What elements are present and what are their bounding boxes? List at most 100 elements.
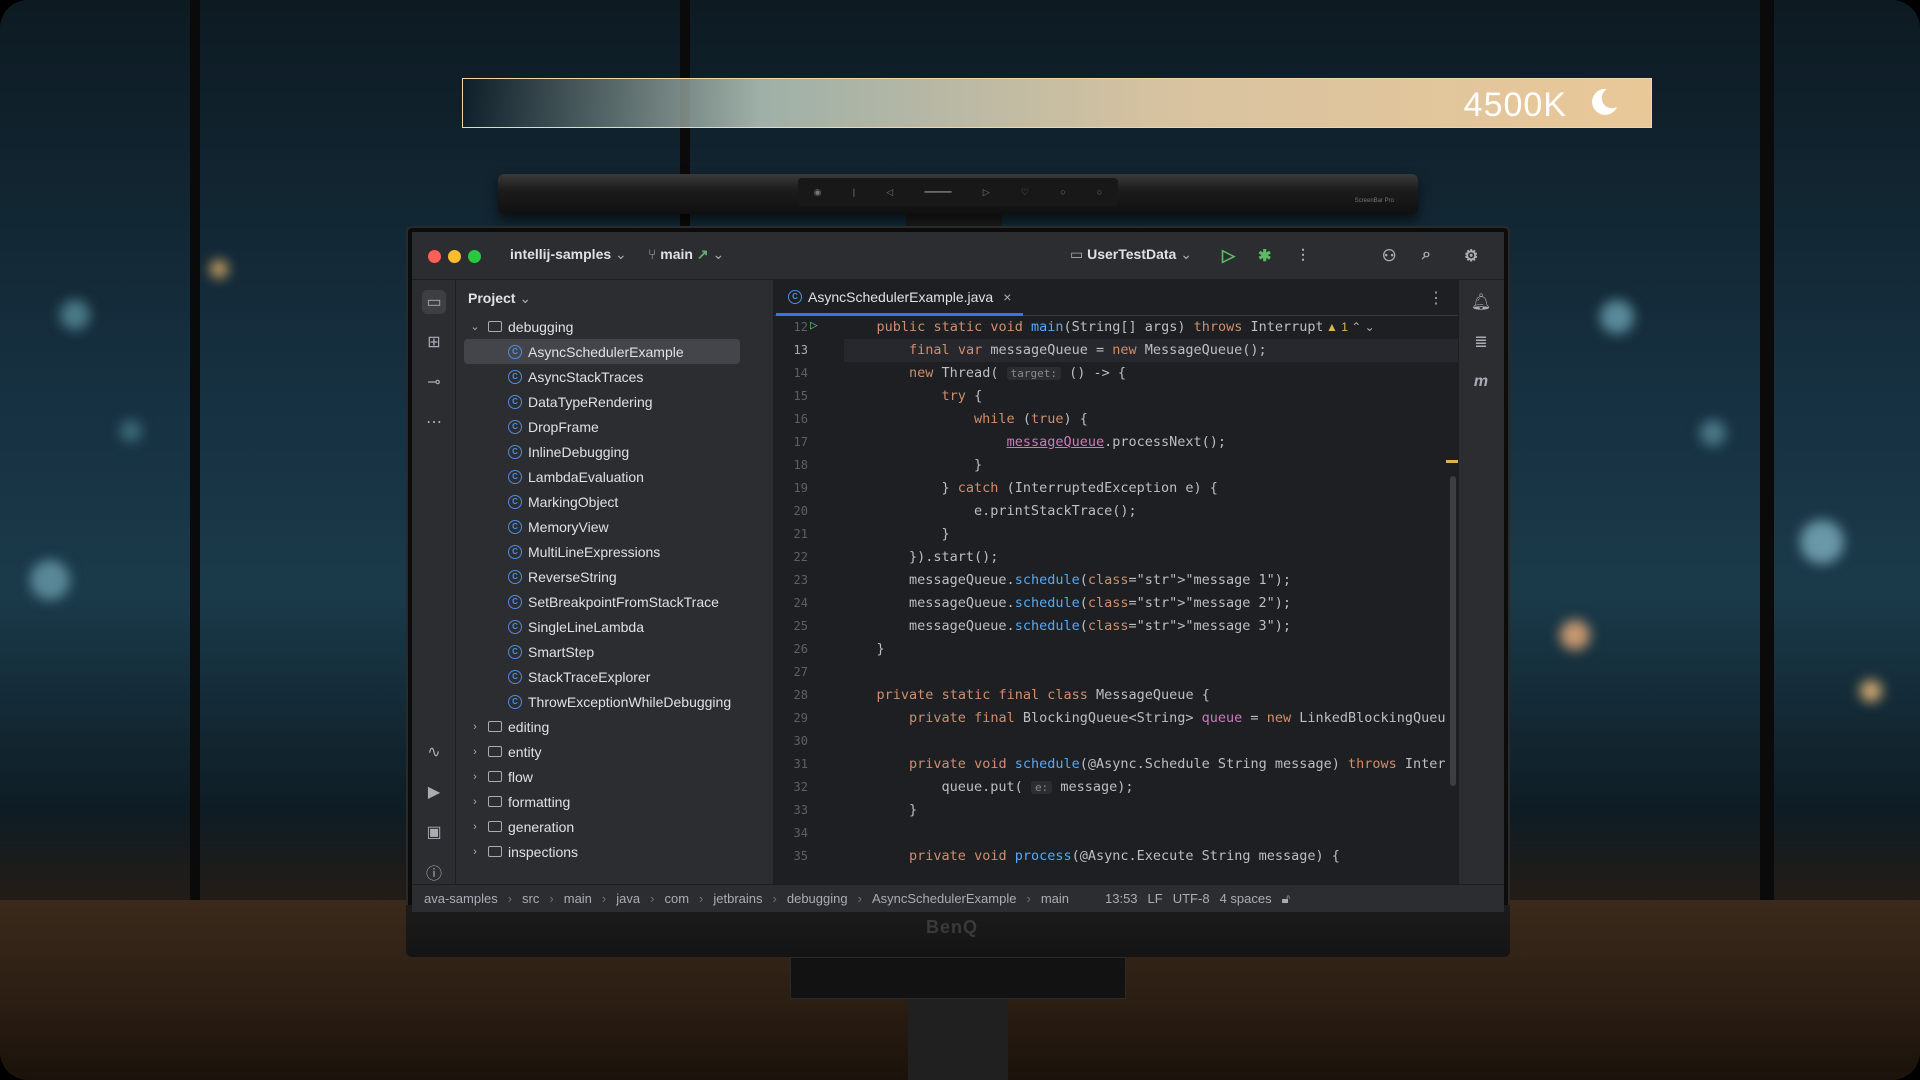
tree-folder[interactable]: ⌄ debugging bbox=[456, 314, 774, 339]
chevron-right-icon[interactable]: › bbox=[468, 821, 482, 833]
line-separator[interactable]: LF bbox=[1148, 891, 1163, 906]
gear-icon[interactable]: ⚙ bbox=[1464, 246, 1478, 266]
title-bar: intellij-samples ⌄ ⑂ main ↗ ⌄ ▭ UserTest… bbox=[412, 232, 1504, 280]
tree-folder[interactable]: › formatting bbox=[456, 789, 774, 814]
run-icon[interactable]: ▷ bbox=[1222, 246, 1235, 266]
editor-scrollbar[interactable] bbox=[1450, 476, 1456, 786]
tree-class[interactable]: C SingleLineLambda bbox=[456, 614, 774, 639]
notifications-icon[interactable]: 🔔︎ bbox=[1469, 290, 1493, 314]
maximize-window-button[interactable] bbox=[468, 250, 481, 263]
folder-icon[interactable]: ▭ bbox=[422, 290, 446, 314]
breadcrumb-item[interactable]: AsyncSchedulerExample bbox=[872, 891, 1017, 906]
services-icon[interactable]: ▶ bbox=[422, 780, 446, 804]
line-number: 24 bbox=[793, 596, 808, 610]
search-icon[interactable]: ⌕ bbox=[1422, 246, 1431, 264]
code-line: } bbox=[844, 526, 950, 542]
chevron-right-icon[interactable]: › bbox=[468, 771, 482, 783]
lightbar-left-icon[interactable]: ◁ bbox=[886, 187, 893, 198]
tree-class[interactable]: C AsyncSchedulerExample bbox=[464, 339, 740, 364]
chevron-up-icon[interactable]: ⌃ bbox=[1351, 320, 1361, 334]
minimize-window-button[interactable] bbox=[448, 250, 461, 263]
structure-icon[interactable]: ⊞ bbox=[422, 330, 446, 354]
close-window-button[interactable] bbox=[428, 250, 441, 263]
tree-item-label: formatting bbox=[508, 793, 571, 810]
tree-class[interactable]: C SmartStep bbox=[456, 639, 774, 664]
chevron-right-icon[interactable]: › bbox=[468, 846, 482, 858]
problems-icon[interactable]: ⓘ bbox=[422, 860, 446, 884]
tree-class[interactable]: C MemoryView bbox=[456, 514, 774, 539]
debug-icon[interactable]: ✱ bbox=[1258, 246, 1271, 266]
tab-async-scheduler-example[interactable]: C AsyncSchedulerExample.java × bbox=[776, 280, 1024, 316]
breadcrumb-item[interactable]: main bbox=[1041, 891, 1069, 906]
run-config-selector[interactable]: ▭ UserTestData ⌄ bbox=[1070, 246, 1192, 263]
tree-class[interactable]: C ReverseString bbox=[456, 564, 774, 589]
breadcrumb-item[interactable]: jetbrains bbox=[713, 891, 762, 906]
tree-folder[interactable]: › entity bbox=[456, 739, 774, 764]
caret-position[interactable]: 13:53 bbox=[1105, 891, 1138, 906]
more-tools-icon[interactable]: ⋯ bbox=[422, 410, 446, 434]
tree-item-label: SingleLineLambda bbox=[528, 618, 644, 635]
maven-icon[interactable]: m bbox=[1469, 370, 1493, 394]
chevron-right-icon[interactable]: › bbox=[468, 721, 482, 733]
lightbar-auto-icon[interactable]: ◉ bbox=[814, 187, 822, 198]
terminal-icon[interactable]: ▣ bbox=[422, 820, 446, 844]
tree-class[interactable]: C LambdaEvaluation bbox=[456, 464, 774, 489]
commit-icon[interactable]: ⊸ bbox=[422, 370, 446, 394]
chevron-down-icon[interactable]: ⌄ bbox=[468, 320, 482, 333]
tree-class[interactable]: C DropFrame bbox=[456, 414, 774, 439]
project-switcher[interactable]: intellij-samples ⌄ bbox=[510, 246, 627, 263]
project-panel-header[interactable]: Project ⌄ bbox=[468, 290, 531, 307]
breadcrumb-item[interactable]: com bbox=[664, 891, 689, 906]
breadcrumb: ava-samples › src › main › java › com › jetbrains ›… bbox=[412, 891, 1079, 906]
close-tab-icon[interactable]: × bbox=[1003, 289, 1011, 305]
add-user-icon[interactable]: ⚇ bbox=[1382, 246, 1396, 266]
tree-class[interactable]: C InlineDebugging bbox=[456, 439, 774, 464]
branch-switcher[interactable]: ⑂ main ↗ ⌄ bbox=[648, 246, 724, 263]
more-actions-icon[interactable]: ⋮ bbox=[1296, 246, 1310, 263]
warning-indicator[interactable]: ▲ 1 ⌃ ⌄ bbox=[1322, 320, 1379, 334]
right-tool-bar: 🔔︎ ≣ m bbox=[1458, 280, 1504, 884]
tree-item-label: editing bbox=[508, 718, 550, 735]
line-number: 13 bbox=[793, 343, 808, 357]
lightbar-right-icon[interactable]: ▷ bbox=[983, 187, 990, 198]
run-gutter-icon[interactable]: ▷ bbox=[810, 318, 818, 333]
breadcrumb-item[interactable]: java bbox=[616, 891, 640, 906]
tree-class[interactable]: C MultiLineExpressions bbox=[456, 539, 774, 564]
breadcrumb-item[interactable]: main bbox=[564, 891, 592, 906]
chevron-right-icon[interactable]: › bbox=[468, 796, 482, 808]
chevron-right-icon[interactable]: › bbox=[468, 746, 482, 758]
tree-folder[interactable]: › flow bbox=[456, 764, 774, 789]
profiler-icon[interactable]: ∿ bbox=[422, 740, 446, 764]
more-tabs-icon[interactable]: ⋮ bbox=[1428, 288, 1444, 308]
line-number: 25 bbox=[793, 619, 808, 633]
lightbar-controls[interactable]: ◉ | ◁ ━━━━━ ▷ ♡ ○ ○ bbox=[798, 178, 1118, 206]
chevron-right-icon: › bbox=[1026, 891, 1031, 906]
lightbar-power-icon[interactable]: | bbox=[853, 187, 855, 197]
breadcrumb-item[interactable]: debugging bbox=[787, 891, 848, 906]
tree-class[interactable]: C ThrowExceptionWhileDebugging bbox=[456, 689, 774, 714]
tree-class[interactable]: C AsyncStackTraces bbox=[456, 364, 774, 389]
tree-folder[interactable]: › generation bbox=[456, 814, 774, 839]
code-line: } bbox=[844, 641, 885, 657]
database-icon[interactable]: ≣ bbox=[1469, 330, 1493, 354]
code-area[interactable]: public static void main(String[] args) t… bbox=[844, 316, 1458, 884]
tree-item-label: ThrowExceptionWhileDebugging bbox=[528, 693, 732, 710]
lightbar-slider[interactable]: ━━━━━ bbox=[924, 187, 951, 198]
tree-class[interactable]: C MarkingObject bbox=[456, 489, 774, 514]
monitor-chin: BenQ bbox=[406, 905, 1510, 957]
lightbar-mode-icon[interactable]: ○ bbox=[1097, 187, 1102, 197]
chevron-down-icon[interactable]: ⌄ bbox=[1365, 320, 1375, 334]
tree-class[interactable]: C DataTypeRendering bbox=[456, 389, 774, 414]
indent-setting[interactable]: 4 spaces bbox=[1220, 891, 1272, 906]
tree-folder[interactable]: › editing bbox=[456, 714, 774, 739]
lightbar-dot-icon[interactable]: ○ bbox=[1060, 187, 1065, 197]
breadcrumb-item[interactable]: ava-samples bbox=[424, 891, 498, 906]
tree-class[interactable]: C SetBreakpointFromStackTrace bbox=[456, 589, 774, 614]
tree-folder[interactable]: › inspections bbox=[456, 839, 774, 864]
tree-class[interactable]: C StackTraceExplorer bbox=[456, 664, 774, 689]
file-encoding[interactable]: UTF-8 bbox=[1173, 891, 1210, 906]
lock-icon[interactable]: 🔓︎ bbox=[1282, 891, 1290, 907]
line-number: 29 bbox=[793, 711, 808, 725]
breadcrumb-item[interactable]: src bbox=[522, 891, 539, 906]
lightbar-heart-icon[interactable]: ♡ bbox=[1021, 187, 1029, 198]
